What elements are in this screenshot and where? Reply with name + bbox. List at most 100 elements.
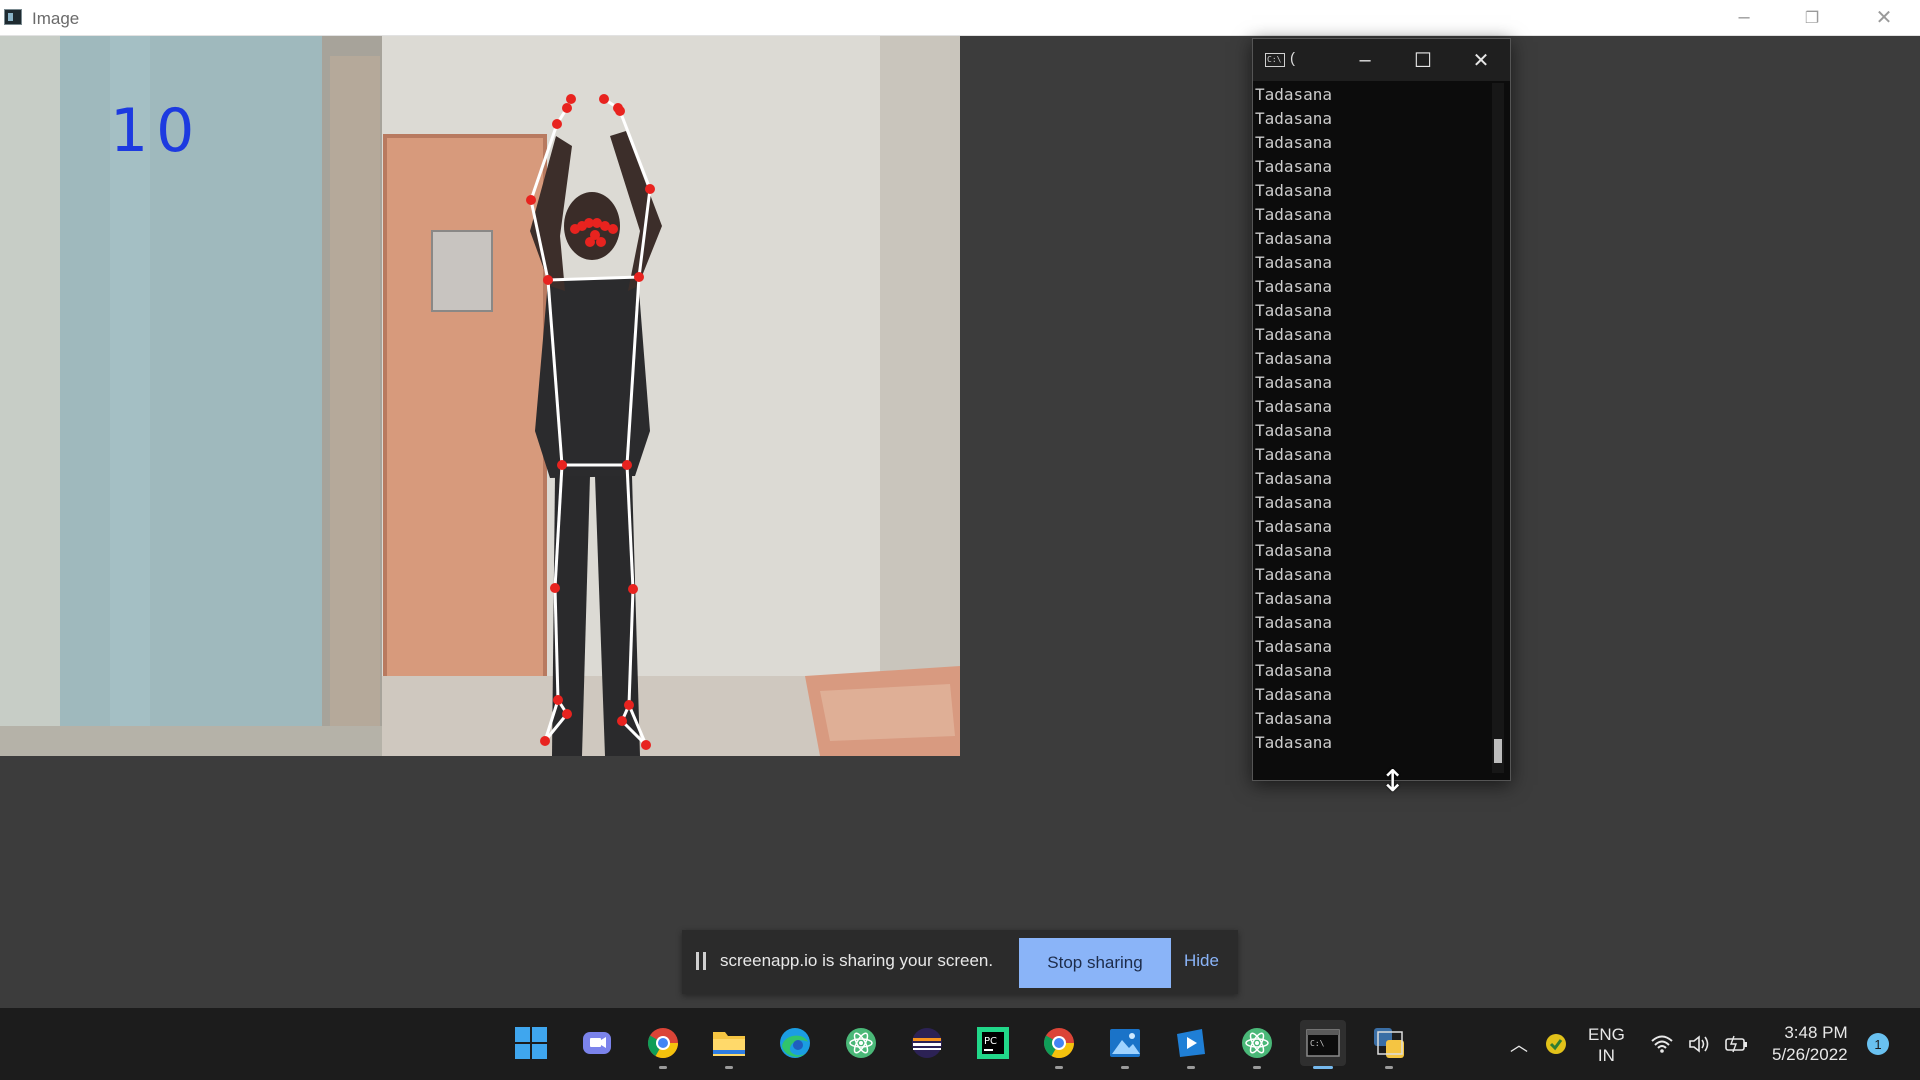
terminal-icon[interactable]: C:\ [1300, 1020, 1346, 1069]
teams-chat-icon[interactable] [574, 1020, 620, 1066]
console-line: Tadasana [1255, 685, 1333, 704]
svg-text:C:\: C:\ [1310, 1039, 1325, 1048]
console-line: Tadasana [1255, 421, 1333, 440]
file-explorer-running-indicator [725, 1066, 733, 1069]
console-line: Tadasana [1255, 205, 1333, 224]
close-button[interactable]: ✕ [1850, 0, 1918, 35]
wifi-icon[interactable] [1650, 1008, 1674, 1080]
minimize-button[interactable]: – [1710, 0, 1778, 35]
pose-landmark-f6 [608, 224, 618, 234]
pose-landmark-lw3 [552, 119, 562, 129]
pose-landmark-rsh [634, 272, 644, 282]
console-line: Tadasana [1255, 157, 1333, 176]
console-line: Tadasana [1255, 373, 1333, 392]
show-hidden-icons-button[interactable]: ︿ [1510, 1008, 1528, 1080]
console-icon: C:\ [1265, 53, 1285, 67]
hide-link[interactable]: Hide [1184, 951, 1219, 971]
pose-landmark-lwrist2 [566, 94, 576, 104]
pose-landmark-rfoot [641, 740, 651, 750]
language-code: ENG [1588, 1025, 1625, 1044]
console-scrollbar[interactable] [1492, 83, 1504, 773]
camera-view: 10 [0, 36, 960, 756]
chrome-profile-running-indicator [1055, 1066, 1063, 1069]
console-line: Tadasana [1255, 517, 1333, 536]
rep-counter: 10 [110, 96, 203, 166]
console-minimize-button[interactable]: – [1337, 39, 1393, 81]
console-line: Tadasana [1255, 277, 1333, 296]
console-line: Tadasana [1255, 493, 1333, 512]
pose-landmark-lwrist [562, 103, 572, 113]
pose-landmark-rheel [617, 716, 627, 726]
pose-landmark-lfoot [540, 736, 550, 746]
pose-landmark-relbow [645, 184, 655, 194]
chrome-icon[interactable] [640, 1020, 686, 1069]
start-icon[interactable] [508, 1020, 554, 1066]
console-scrollbar-thumb[interactable] [1494, 739, 1502, 763]
restore-button[interactable]: ❐ [1778, 0, 1846, 35]
console-line: Tadasana [1255, 565, 1333, 584]
clock-date: 5/26/2022 [1772, 1045, 1848, 1064]
atom-icon[interactable] [838, 1020, 884, 1066]
console-window[interactable]: C:\ ( – ☐ ✕ Tadasana Tadasana Tadasana Tada… [1252, 38, 1511, 781]
notification-badge[interactable]: 1 [1867, 1033, 1889, 1055]
python-running-indicator [1385, 1066, 1393, 1069]
console-line: Tadasana [1255, 397, 1333, 416]
terminal-active-indicator [1313, 1066, 1333, 1069]
console-line: Tadasana [1255, 229, 1333, 248]
console-titlebar[interactable]: C:\ ( – ☐ ✕ [1253, 39, 1510, 81]
console-maximize-button[interactable]: ☐ [1395, 39, 1451, 81]
chrome-running-indicator [659, 1066, 667, 1069]
pose-landmark-rhip [622, 460, 632, 470]
taskbar: PC C:\ ︿ ENG IN 3:48 PM 5/26/2022 1 [0, 1008, 1920, 1080]
tray-app-icon[interactable] [1544, 1008, 1568, 1080]
image-window-title: Image [32, 9, 80, 28]
console-line: Tadasana [1255, 445, 1333, 464]
clock[interactable]: 3:48 PM 5/26/2022 [1772, 1022, 1848, 1066]
console-close-button[interactable]: ✕ [1453, 39, 1509, 81]
pycharm-icon[interactable]: PC [970, 1020, 1016, 1066]
console-line: Tadasana [1255, 133, 1333, 152]
atom-2-icon[interactable] [1234, 1020, 1280, 1069]
console-line: Tadasana [1255, 709, 1333, 728]
console-line: Tadasana [1255, 301, 1333, 320]
region-code: IN [1597, 1046, 1615, 1065]
battery-icon[interactable] [1724, 1008, 1750, 1080]
pose-landmark-rknee [628, 584, 638, 594]
atom-2-running-indicator [1253, 1066, 1261, 1069]
file-explorer-icon[interactable] [706, 1020, 752, 1069]
clock-time: 3:48 PM [1784, 1023, 1848, 1042]
console-line: Tadasana [1255, 85, 1333, 104]
photos-icon[interactable] [1102, 1020, 1148, 1069]
console-line: Tadasana [1255, 325, 1333, 344]
python-icon[interactable] [1366, 1020, 1412, 1069]
image-window-icon [4, 9, 22, 25]
console-line: Tadasana [1255, 637, 1333, 656]
volume-icon[interactable] [1688, 1008, 1712, 1080]
pause-icon[interactable] [696, 952, 706, 970]
share-message: screenapp.io is sharing your screen. [720, 951, 994, 970]
pose-landmark-lknee [550, 583, 560, 593]
console-line: Tadasana [1255, 589, 1333, 608]
image-window-titlebar: Image – ❐ ✕ [0, 0, 1920, 36]
chrome-profile-icon[interactable] [1036, 1020, 1082, 1069]
pose-landmark-rank [624, 700, 634, 710]
pose-landmark-rw3 [615, 106, 625, 116]
media-player-running-indicator [1187, 1066, 1195, 1069]
pose-landmark-lhip [557, 460, 567, 470]
console-line: Tadasana [1255, 541, 1333, 560]
console-line: Tadasana [1255, 109, 1333, 128]
pose-landmark-lsh [543, 275, 553, 285]
media-player-icon[interactable] [1168, 1020, 1214, 1069]
pose-landmark-lank [553, 695, 563, 705]
chevron-up-icon: ︿ [1510, 1035, 1528, 1055]
pose-landmark-lheel [562, 709, 572, 719]
console-line: Tadasana [1255, 613, 1333, 632]
stop-sharing-button[interactable]: Stop sharing [1019, 938, 1171, 988]
console-line: Tadasana [1255, 349, 1333, 368]
edge-icon[interactable] [772, 1020, 818, 1066]
console-line: Tadasana [1255, 733, 1333, 752]
console-line: Tadasana [1255, 253, 1333, 272]
console-line: Tadasana [1255, 661, 1333, 680]
language-indicator[interactable]: ENG IN [1588, 1024, 1625, 1066]
eclipse-icon[interactable] [904, 1020, 950, 1066]
